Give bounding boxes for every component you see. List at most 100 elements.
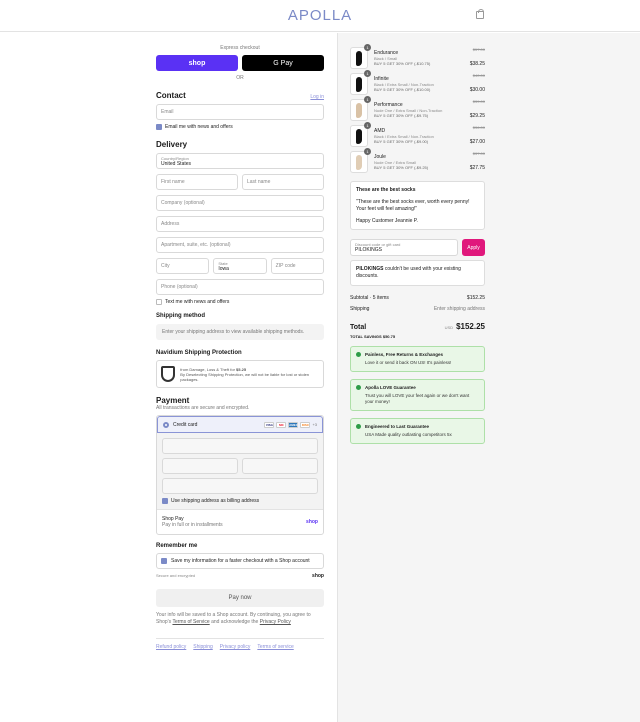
state-select[interactable]: State Iowa [213,258,267,274]
phone-field[interactable]: Phone (optional) [156,279,324,295]
contact-heading: Contact [156,91,186,100]
first-name-field[interactable]: First name [156,174,238,190]
item-old-price: $40.00 [472,72,485,78]
pay-now-button[interactable]: Pay now [156,589,324,607]
sock-image [356,128,362,144]
remember-label: Save my information for a faster checkou… [171,558,310,564]
shipping-value: Enter shipping address [433,306,485,312]
item-price: $27.00 [469,138,485,145]
guarantees: Painless, Free Returns & Exchanges Love i… [350,346,485,444]
subtotal-value: $152.25 [466,295,485,301]
brand-logo[interactable]: APOLLA [0,7,640,24]
item-old-price: $57.00 [472,46,485,52]
shield-icon [161,366,176,382]
total-label: Total [350,324,367,331]
email-field[interactable]: Email [156,104,324,120]
product-thumbnail: 1 [350,44,371,69]
item-promo: BUY 5 GET 30% OFF (-$10.75) [374,61,431,66]
product-thumbnail: 1 [350,122,371,147]
item-promo: BUY 5 GET 30% OFF (-$10.00) [374,87,431,92]
guarantee-body: Trust you will LOVE your feet again or w… [365,393,470,404]
city-field[interactable]: City [156,258,210,274]
line-item: 1 Joule Nude One / Extra Small BUY 5 GET 3… [350,148,485,175]
refund-policy-link[interactable]: Refund policy [156,644,186,650]
discount-error-code: PILOKINGS [356,266,384,272]
total-value: $152.25 [456,322,485,331]
expiry-field[interactable] [162,458,238,474]
more-cards: +3 [312,422,317,427]
state-value: Iowa [218,265,229,272]
navidium-protection-box[interactable]: from Damage, Loss & Theft for $5.25 By D… [156,360,324,388]
footer-links: Refund policy Shipping Privacy policy Te… [156,638,324,650]
news-checkbox[interactable] [156,124,162,130]
billing-checkbox[interactable] [162,498,168,504]
quantity-badge: 1 [364,148,371,155]
login-link[interactable]: Log in [310,94,324,100]
line-item: 1 Performance Nude One / Extra Small / No… [350,96,485,123]
navidium-heading: Navidium Shipping Protection [156,350,242,356]
sock-image [356,102,362,118]
line-item: 1 Endurance Black / Small BUY 5 GET 30% OF… [350,44,485,71]
cvv-field[interactable] [242,458,318,474]
savings-value: $50.75 [382,334,396,339]
country-select[interactable]: Country/Region United States [156,153,324,169]
subtotal-label: Subtotal · 5 items [350,295,389,301]
line-item: 1 AMD Black / Extra Small / Non-Traction B… [350,122,485,149]
quantity-badge: 1 [364,44,371,51]
zip-field[interactable]: ZIP code [270,258,324,274]
apply-button[interactable]: Apply [462,239,485,256]
product-thumbnail: 1 [350,96,371,121]
sock-image [356,76,362,92]
text-news-label: Text me with news and offers [165,299,230,305]
express-checkout-label: Express checkout [220,45,260,51]
text-news-checkbox[interactable] [156,299,162,305]
shopping-bag-icon[interactable] [476,9,484,19]
review-author: Happy Customer Jeannie P. [356,218,418,224]
shop-pay-option[interactable]: Shop Pay Pay in full or in installments s… [157,510,323,534]
card-number-field[interactable] [162,438,318,454]
quantity-badge: 1 [364,96,371,103]
card-name-field[interactable] [162,478,318,494]
delivery-heading: Delivery [156,140,188,149]
product-thumbnail: 1 [350,148,371,173]
remember-checkbox[interactable] [161,558,167,564]
navidium-line2: By Deselecting Shipping Protection, we w… [180,371,310,382]
guarantee-body: USA Made quality outlasting competitors … [365,432,452,437]
privacy-policy-link[interactable]: Privacy policy [220,644,251,650]
product-thumbnail: 1 [350,70,371,95]
secure-label: Secure and encrypted [156,573,196,578]
shoppay-logo: shop [306,519,318,525]
last-name-field[interactable]: Last name [242,174,324,190]
remember-heading: Remember me [156,543,198,549]
legal-and: and acknowledge the [211,619,259,625]
credit-card-radio[interactable] [163,421,169,428]
sock-image [356,154,362,170]
item-old-price: $39.00 [472,98,485,104]
shop-pay-button[interactable]: shop [156,55,238,71]
news-label: Email me with news and offers [165,124,233,130]
address-field[interactable]: Address [156,216,324,232]
google-pay-button[interactable]: G Pay [242,55,324,71]
terms-link[interactable]: Terms of service [257,644,293,650]
tos-link[interactable]: Terms of Service [172,619,209,625]
guarantee-body: Love it or send it back ON US! It's pain… [365,360,452,365]
apartment-field[interactable]: Apartment, suite, etc. (optional) [156,237,324,253]
item-old-price: $36.00 [472,124,485,130]
item-promo: BUY 5 GET 30% OFF (-$9.25) [374,165,429,170]
line-item: 1 Infinite Black / Extra Small / Non-Trac… [350,70,485,97]
discount-field[interactable]: Discount code or gift card PILOKINGS [350,239,458,256]
order-summary: 1 Endurance Black / Small BUY 5 GET 30% OF… [337,33,640,722]
review-title: These are the best socks [356,187,416,193]
credit-card-option[interactable]: Credit card VISA MC AMEX DISC +3 [157,416,323,433]
guarantee-title: Engineered to Last Guarantee [365,424,430,429]
shipping-link[interactable]: Shipping [193,644,212,650]
check-icon [356,424,361,429]
or-divider: OR [236,75,244,81]
privacy-link[interactable]: Privacy Policy [260,619,291,625]
discount-error: PILOKINGS couldn't be used with your exi… [350,260,485,286]
guarantee-card: Painless, Free Returns & Exchanges Love i… [350,346,485,372]
remember-option[interactable]: Save my information for a faster checkou… [156,553,324,569]
company-field[interactable]: Company (optional) [156,195,324,211]
navidium-line1: from Damage, Loss & Theft for [180,366,235,372]
quantity-badge: 1 [364,122,371,129]
